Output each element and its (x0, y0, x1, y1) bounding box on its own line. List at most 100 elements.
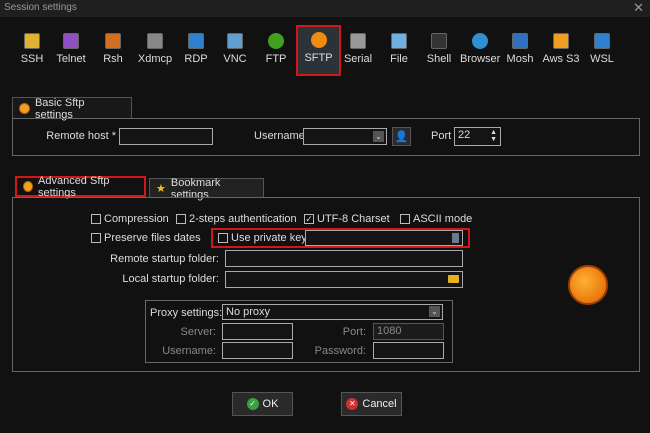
checkbox-label: UTF-8 Charset (317, 213, 390, 225)
protocol-ftp[interactable]: FTP (256, 28, 296, 78)
two-steps-auth-checkbox[interactable]: 2-steps authentication (176, 213, 297, 225)
proxy-username-label: Username: (162, 345, 216, 357)
remote-folder-input[interactable] (225, 250, 463, 267)
port-label: Port (431, 130, 452, 142)
wsl-icon (594, 33, 610, 49)
local-folder-input[interactable] (225, 271, 463, 288)
star-icon: ★ (156, 183, 166, 195)
chevron-down-icon: ⌄ (429, 306, 440, 317)
chevron-down-icon: ⌄ (373, 131, 384, 142)
checkbox-label: Use private key (231, 232, 307, 244)
rsh-icon (105, 33, 121, 49)
protocol-label: Aws S3 (542, 53, 580, 65)
checkbox-box (176, 214, 186, 224)
protocol-label: Telnet (56, 53, 86, 65)
checkbox-box (400, 214, 410, 224)
protocol-label: Serial (343, 53, 373, 65)
proxy-select[interactable]: No proxy ⌄ (222, 304, 443, 320)
tab-advanced-sftp-settings[interactable]: Advanced Sftp settings (15, 174, 146, 199)
proxy-password-input[interactable] (373, 342, 444, 359)
protocol-file[interactable]: File (379, 28, 419, 78)
local-folder-label: Local startup folder: (122, 273, 219, 285)
user-icon: 👤 (394, 131, 409, 143)
protocol-label: SFTP (304, 52, 333, 64)
ssh-icon (24, 33, 40, 49)
utf8-charset-checkbox[interactable]: ✓ UTF-8 Charset (304, 213, 390, 225)
private-key-input[interactable] (305, 230, 463, 246)
protocol-xdmcp[interactable]: Xdmcp (135, 28, 175, 78)
mosh-icon (512, 33, 528, 49)
protocol-label: File (390, 53, 408, 65)
checkbox-label: Preserve files dates (104, 232, 201, 244)
spin-arrows-icon[interactable]: ▲ ▼ (490, 129, 497, 143)
port-value: 22 (458, 129, 471, 141)
proxy-port-value: 1080 (377, 325, 402, 337)
shell-icon (431, 33, 447, 49)
xdmcp-icon (147, 33, 163, 49)
checkbox-label: 2-steps authentication (189, 213, 297, 225)
checkbox-box (91, 233, 101, 243)
protocol-browser[interactable]: Browser (460, 28, 500, 78)
protocol-sftp[interactable]: SFTP (296, 25, 341, 76)
sftp-icon (23, 181, 33, 192)
user-manager-button[interactable]: 👤 (392, 127, 411, 146)
rdp-icon (188, 33, 204, 49)
use-private-key-checkbox[interactable]: Use private key (218, 232, 307, 244)
protocol-label: RDP (184, 53, 208, 65)
telnet-icon (63, 33, 79, 49)
sftp-globe-icon (568, 265, 608, 305)
vnc-icon (227, 33, 243, 49)
close-button[interactable]: ✕ (633, 0, 644, 16)
protocol-label: Mosh (506, 53, 534, 65)
proxy-server-input[interactable] (222, 323, 293, 340)
proxy-password-label: Password: (314, 345, 366, 357)
tab-bookmark-settings[interactable]: ★ Bookmark settings (149, 177, 264, 201)
remote-folder-label: Remote startup folder: (110, 253, 219, 265)
preserve-dates-checkbox[interactable]: Preserve files dates (91, 232, 201, 244)
proxy-settings-label: Proxy settings: (150, 307, 223, 319)
cancel-icon: ✕ (346, 398, 359, 410)
server-label: Server: (180, 326, 216, 338)
protocol-label: Rsh (103, 53, 123, 65)
proxy-username-input[interactable] (222, 342, 293, 359)
protocol-label: Xdmcp (137, 53, 173, 65)
protocol-wsl[interactable]: WSL (582, 28, 622, 78)
tab-basic-sftp-settings[interactable]: Basic Sftp settings (12, 96, 132, 121)
protocol-label: Browser (460, 53, 501, 65)
ok-button[interactable]: ✓ OK (232, 392, 293, 416)
sftp-icon (19, 103, 30, 114)
compression-checkbox[interactable]: Compression (91, 213, 169, 225)
protocol-serial[interactable]: Serial (338, 28, 378, 78)
protocol-label: WSL (590, 53, 614, 65)
protocol-aws-s3[interactable]: Aws S3 (541, 28, 581, 78)
title-bar (0, 0, 650, 17)
checkbox-box (218, 233, 228, 243)
check-icon: ✓ (246, 398, 259, 410)
remote-host-label: Remote host * (46, 130, 116, 142)
remote-host-input[interactable] (119, 128, 213, 145)
folder-icon[interactable] (448, 275, 459, 283)
port-spinbox[interactable]: 22 ▲ ▼ (454, 127, 501, 146)
cancel-button[interactable]: ✕ Cancel (341, 392, 402, 416)
username-label: Username (254, 130, 305, 142)
proxy-port-spinbox[interactable]: 1080 (373, 323, 444, 340)
protocol-label: Shell (426, 53, 452, 65)
protocol-vnc[interactable]: VNC (215, 28, 255, 78)
protocol-mosh[interactable]: Mosh (500, 28, 540, 78)
protocol-telnet[interactable]: Telnet (51, 28, 91, 78)
serial-icon (350, 33, 366, 49)
tab-label: Basic Sftp settings (34, 96, 85, 121)
protocol-shell[interactable]: Shell (419, 28, 459, 78)
protocol-rsh[interactable]: Rsh (93, 28, 133, 78)
protocol-rdp[interactable]: RDP (176, 28, 216, 78)
check-icon: ✓ (304, 214, 314, 224)
protocol-ssh[interactable]: SSH (12, 28, 52, 78)
proxy-port-label: Port: (342, 326, 366, 338)
tab-label: Advanced Sftp settings (38, 174, 110, 199)
username-combo[interactable]: ⌄ (303, 128, 387, 145)
ascii-mode-checkbox[interactable]: ASCII mode (400, 213, 472, 225)
browser-icon (472, 33, 488, 49)
file-icon[interactable] (452, 233, 459, 243)
file-icon (391, 33, 407, 49)
protocol-label: SSH (20, 53, 44, 65)
